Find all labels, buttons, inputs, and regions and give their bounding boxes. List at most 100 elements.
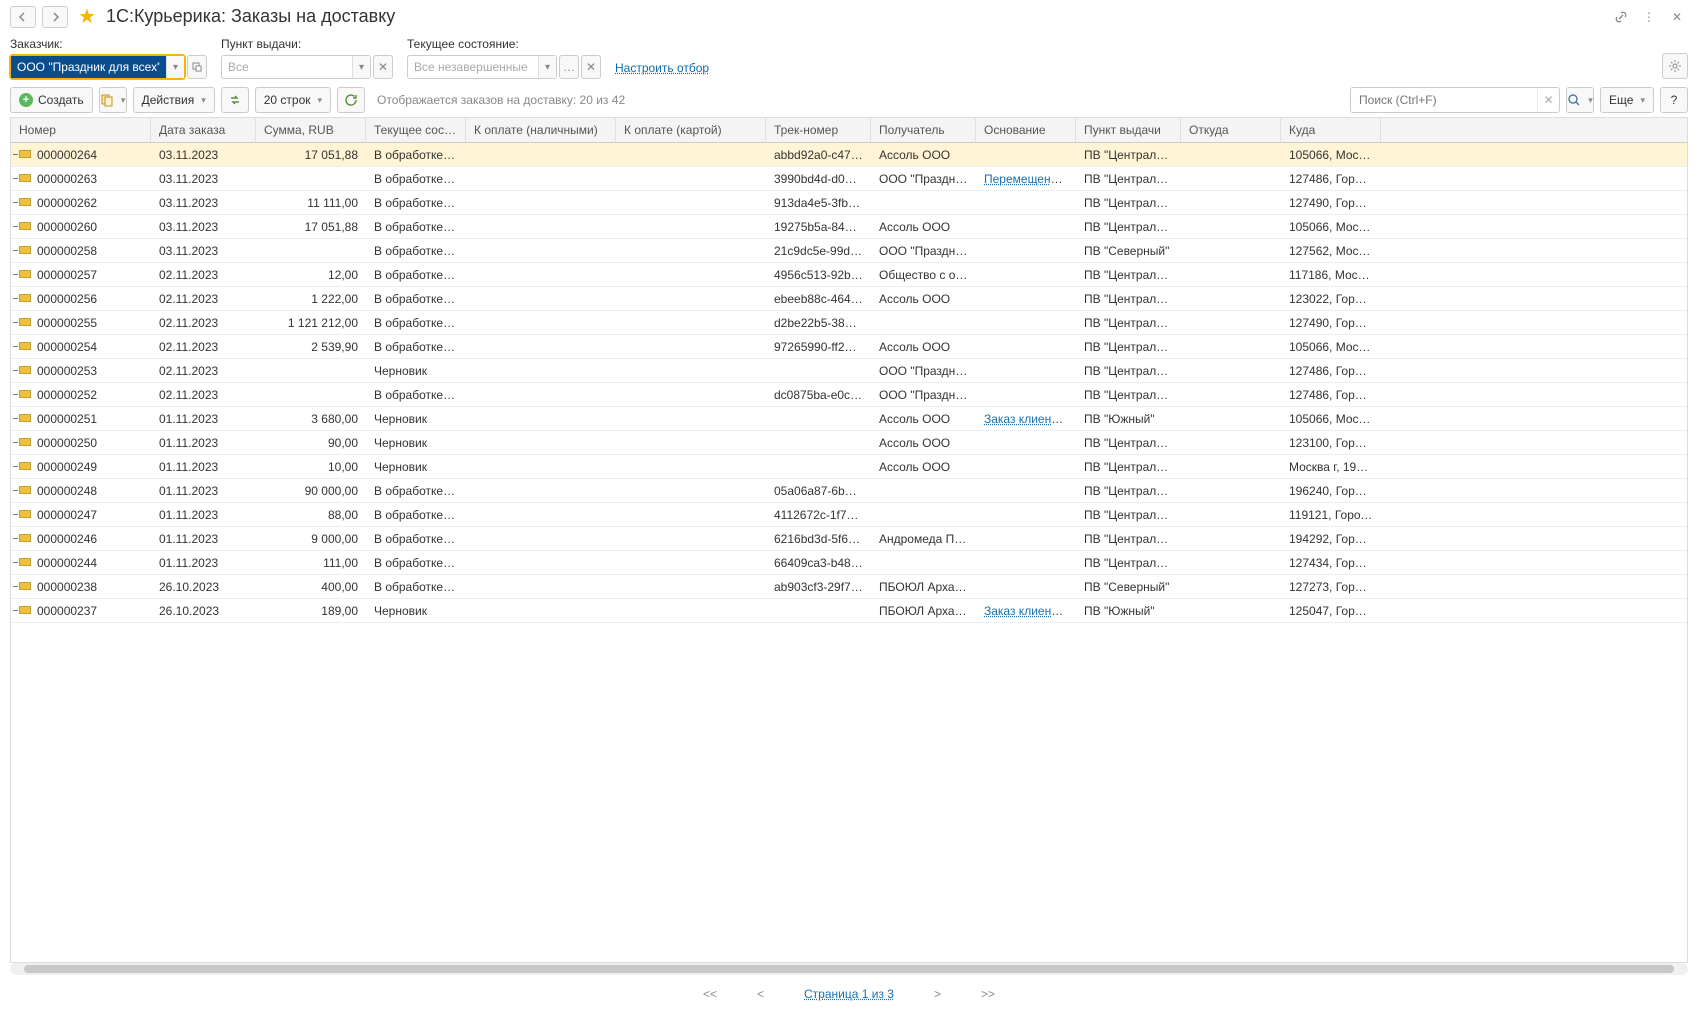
advanced-search-button[interactable]: ▾ (1566, 87, 1594, 113)
cell-to: 105066, Москва... (1281, 412, 1381, 426)
table-row[interactable]: 00000025001.11.202390,00ЧерновикАссоль О… (11, 431, 1687, 455)
state-dropdown-button[interactable]: ▾ (538, 56, 556, 78)
pickup-dropdown-button[interactable]: ▾ (352, 56, 370, 78)
table-row[interactable]: 00000025602.11.20231 222,00В обработке (… (11, 287, 1687, 311)
table-row[interactable]: 00000026003.11.202317 051,88В обработке … (11, 215, 1687, 239)
configure-filter-link[interactable]: Настроить отбор (615, 61, 709, 79)
th-track[interactable]: Трек-номер (766, 118, 871, 142)
basis-link[interactable]: Перемещение т... (984, 172, 1076, 186)
cell-state: В обработке (но... (366, 580, 466, 594)
nav-forward-button[interactable] (42, 6, 68, 28)
th-from[interactable]: Откуда (1181, 118, 1281, 142)
nav-back-button[interactable] (10, 6, 36, 28)
table-row[interactable]: 00000026203.11.202311 111,00В обработке … (11, 191, 1687, 215)
th-basis[interactable]: Основание (976, 118, 1076, 142)
cell-date: 02.11.2023 (151, 340, 256, 354)
th-cash[interactable]: К оплате (наличными) (466, 118, 616, 142)
state-clear-button[interactable]: ✕ (581, 55, 601, 79)
table-row[interactable]: 00000025702.11.202312,00В обработке (но.… (11, 263, 1687, 287)
state-extra-button[interactable]: … (559, 55, 579, 79)
cell-pickup: ПВ "Центральн... (1076, 364, 1181, 378)
th-to[interactable]: Куда (1281, 118, 1381, 142)
customer-open-button[interactable] (187, 55, 207, 79)
cell-to: 127434, Город ... (1281, 556, 1381, 570)
pager-last[interactable]: >> (981, 987, 995, 1001)
table-row[interactable]: 00000025101.11.20233 680,00ЧерновикАссол… (11, 407, 1687, 431)
table-row[interactable]: 00000024701.11.202388,00В обработке (но.… (11, 503, 1687, 527)
cell-number: 000000248 (11, 484, 151, 498)
more-button[interactable]: Еще ▾ (1600, 87, 1654, 113)
table-row[interactable]: 00000024601.11.20239 000,00В обработке (… (11, 527, 1687, 551)
refresh-button[interactable] (337, 87, 365, 113)
cell-state: В обработке (но... (366, 172, 466, 186)
pager-next[interactable]: > (934, 987, 941, 1001)
table-row[interactable]: 00000023726.10.2023189,00ЧерновикПБОЮЛ А… (11, 599, 1687, 623)
pickup-input[interactable] (222, 56, 352, 78)
cell-to: 127486, Город ... (1281, 388, 1381, 402)
cell-to: 127490, Город ... (1281, 316, 1381, 330)
table-row[interactable]: 00000025502.11.20231 121 212,00В обработ… (11, 311, 1687, 335)
rows-button[interactable]: 20 строк ▾ (255, 87, 331, 113)
customer-filter-label: Заказчик: (10, 35, 207, 53)
cell-state: В обработке (но... (366, 268, 466, 282)
cell-track: 4112672c-1f78-4... (766, 508, 871, 522)
table-row[interactable]: 00000024901.11.202310,00ЧерновикАссоль О… (11, 455, 1687, 479)
table-row[interactable]: 00000025803.11.2023В обработке (но...21c… (11, 239, 1687, 263)
help-button[interactable]: ? (1660, 87, 1688, 113)
create-button[interactable]: + Создать (10, 87, 93, 113)
kebab-menu-icon[interactable]: ⋮ (1638, 6, 1660, 28)
table-row[interactable]: 00000026303.11.2023В обработке (но...399… (11, 167, 1687, 191)
state-input[interactable] (408, 56, 538, 78)
cell-date: 02.11.2023 (151, 316, 256, 330)
cell-date: 01.11.2023 (151, 412, 256, 426)
filter-settings-button[interactable] (1662, 53, 1688, 79)
th-number[interactable]: Номер (11, 118, 151, 142)
th-receiver[interactable]: Получатель (871, 118, 976, 142)
cell-state: В обработке (но... (366, 556, 466, 570)
th-card[interactable]: К оплате (картой) (616, 118, 766, 142)
table-row[interactable]: 00000024401.11.2023111,00В обработке (но… (11, 551, 1687, 575)
table-row[interactable]: 00000025202.11.2023В обработке (но...dc0… (11, 383, 1687, 407)
cell-track: 97265990-ff26-4... (766, 340, 871, 354)
cell-state: Черновик (366, 412, 466, 426)
table-row[interactable]: 00000026403.11.202317 051,88В обработке … (11, 143, 1687, 167)
link-icon[interactable] (1610, 6, 1632, 28)
pager-current[interactable]: Страница 1 из 3 (804, 987, 894, 1001)
pickup-clear-button[interactable]: ✕ (373, 55, 393, 79)
document-icon (19, 294, 31, 302)
cell-number: 000000244 (11, 556, 151, 570)
table-row[interactable]: 00000025302.11.2023ЧерновикООО "Праздник… (11, 359, 1687, 383)
cell-pickup: ПВ "Центральн... (1076, 532, 1181, 546)
basis-link[interactable]: Заказ клиента 0... (984, 604, 1076, 618)
cell-number: 000000263 (11, 172, 151, 186)
th-sum[interactable]: Сумма, RUB (256, 118, 366, 142)
cell-pickup: ПВ "Центральн... (1076, 460, 1181, 474)
close-icon[interactable]: ✕ (1666, 6, 1688, 28)
customer-dropdown-button[interactable]: ▾ (166, 56, 184, 78)
swap-button[interactable] (221, 87, 249, 113)
cell-sum: 11 111,00 (256, 196, 366, 210)
th-date[interactable]: Дата заказа (151, 118, 256, 142)
actions-button[interactable]: Действия ▾ (133, 87, 215, 113)
search-clear-button[interactable]: ✕ (1537, 88, 1559, 112)
pager-prev[interactable]: < (757, 987, 764, 1001)
cell-pickup: ПВ "Центральн... (1076, 316, 1181, 330)
search-input[interactable] (1351, 88, 1537, 112)
table-row[interactable]: 00000025402.11.20232 539,90В обработке (… (11, 335, 1687, 359)
basis-link[interactable]: Заказ клиента 0... (984, 412, 1076, 426)
cell-pickup: ПВ "Центральн... (1076, 484, 1181, 498)
customer-input[interactable] (11, 56, 166, 78)
table-row[interactable]: 00000024801.11.202390 000,00В обработке … (11, 479, 1687, 503)
th-state[interactable]: Текущее состоя... (366, 118, 466, 142)
cell-track: ebeeb88c-4640-... (766, 292, 871, 306)
th-pickup[interactable]: Пункт выдачи (1076, 118, 1181, 142)
favorite-star-icon[interactable]: ★ (78, 4, 96, 29)
cell-receiver: Ассоль ООО (871, 436, 976, 450)
cell-number: 000000254 (11, 340, 151, 354)
horizontal-scrollbar[interactable] (10, 963, 1688, 975)
pager-first[interactable]: << (703, 987, 717, 1001)
copy-button[interactable]: ▾ (99, 87, 127, 113)
table-row[interactable]: 00000023826.10.2023400,00В обработке (но… (11, 575, 1687, 599)
cell-state: Черновик (366, 436, 466, 450)
toolbar-info-text: Отображается заказов на доставку: 20 из … (377, 93, 625, 107)
